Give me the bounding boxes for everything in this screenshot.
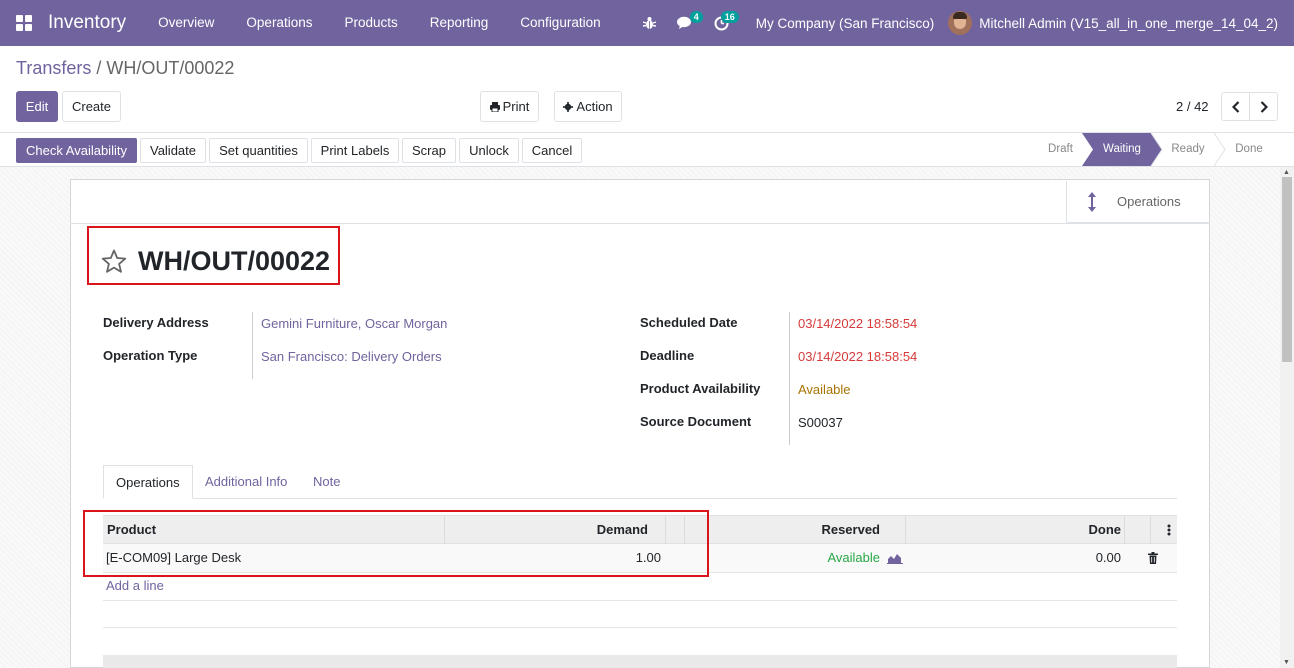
tab-note[interactable]: Note <box>301 465 352 499</box>
scroll-thumb[interactable] <box>1282 177 1292 362</box>
scheduled-date-value[interactable]: 03/14/2022 18:58:54 <box>798 316 917 331</box>
validate-button[interactable]: Validate <box>140 138 206 163</box>
app-brand[interactable]: Inventory <box>48 12 126 34</box>
stage-done[interactable]: Done <box>1226 133 1272 166</box>
edit-button[interactable]: Edit <box>16 91 58 122</box>
deadline-label: Deadline <box>640 348 695 363</box>
menu-configuration[interactable]: Configuration <box>504 0 616 46</box>
column-done[interactable]: Done <box>1003 516 1122 544</box>
product-availability-value: Available <box>798 382 851 397</box>
cancel-button[interactable]: Cancel <box>522 138 582 163</box>
column-divider <box>1124 516 1125 544</box>
row-done[interactable]: 0.00 <box>1003 544 1121 572</box>
smart-button-label: Operations <box>1117 194 1181 209</box>
breadcrumb-separator: / <box>96 58 102 78</box>
empty-row-divider <box>103 627 1177 628</box>
button-box-divider <box>70 223 1210 224</box>
forecast-chart-icon[interactable] <box>887 552 903 564</box>
record-title: WH/OUT/00022 <box>138 246 331 276</box>
stage-waiting[interactable]: Waiting <box>1093 133 1151 166</box>
scroll-down-icon[interactable]: ▼ <box>1283 659 1290 666</box>
operation-type-label: Operation Type <box>103 348 198 363</box>
create-button[interactable]: Create <box>62 91 121 122</box>
column-options-icon[interactable] <box>1167 524 1171 536</box>
arrows-vertical-icon <box>1088 191 1096 212</box>
scrap-button[interactable]: Scrap <box>402 138 456 163</box>
print-icon <box>489 101 500 112</box>
table-footer <box>103 655 1177 668</box>
left-field-separator <box>252 312 253 379</box>
column-reserved[interactable]: Reserved <box>743 516 880 544</box>
print-button[interactable]: Print <box>480 91 539 122</box>
breadcrumb-current: WH/OUT/00022 <box>106 58 235 78</box>
stage-draft[interactable]: Draft <box>1038 133 1083 166</box>
pager-next-button[interactable] <box>1249 92 1278 121</box>
chat-icon[interactable]: 4 <box>668 0 704 46</box>
debug-bug-icon[interactable] <box>632 0 668 46</box>
column-divider <box>1150 516 1151 544</box>
menu-overview[interactable]: Overview <box>142 0 230 46</box>
gear-icon <box>563 101 574 112</box>
pager-previous-button[interactable] <box>1221 92 1250 121</box>
apps-menu-icon[interactable] <box>0 0 48 46</box>
source-document-value[interactable]: S00037 <box>798 415 843 430</box>
menu-products[interactable]: Products <box>328 0 413 46</box>
add-a-line-link[interactable]: Add a line <box>106 578 164 593</box>
pager-value[interactable]: 2 / 42 <box>1176 99 1209 114</box>
row-reserved: Available <box>827 550 880 565</box>
delivery-address-label: Delivery Address <box>103 315 209 330</box>
check-availability-button[interactable]: Check Availability <box>16 138 137 163</box>
delivery-address-value[interactable]: Gemini Furniture, Oscar Morgan <box>261 316 447 331</box>
user-avatar[interactable] <box>948 11 973 35</box>
activity-count-badge: 16 <box>720 11 739 23</box>
chevron-left-icon <box>1231 100 1239 113</box>
unlock-button[interactable]: Unlock <box>459 138 519 163</box>
scheduled-date-label: Scheduled Date <box>640 315 738 330</box>
action-button[interactable]: Action <box>554 91 622 122</box>
column-divider <box>905 516 906 544</box>
right-field-separator <box>789 312 790 445</box>
stage-ready[interactable]: Ready <box>1162 133 1214 166</box>
breadcrumb: Transfers / WH/OUT/00022 <box>16 58 234 79</box>
company-switcher[interactable]: My Company (San Francisco) <box>740 16 949 31</box>
chevron-right-icon <box>1260 100 1268 113</box>
breadcrumb-transfers[interactable]: Transfers <box>16 58 91 78</box>
menu-reporting[interactable]: Reporting <box>414 0 505 46</box>
scroll-up-icon[interactable]: ▲ <box>1283 169 1290 176</box>
print-labels-button[interactable]: Print Labels <box>311 138 399 163</box>
tab-operations[interactable]: Operations <box>103 465 193 499</box>
tab-additional-info[interactable]: Additional Info <box>193 465 299 499</box>
deadline-value[interactable]: 03/14/2022 18:58:54 <box>798 349 917 364</box>
user-menu[interactable]: Mitchell Admin (V15_all_in_one_merge_14_… <box>979 16 1294 31</box>
menu-operations[interactable]: Operations <box>230 0 328 46</box>
print-label: Print <box>502 99 530 114</box>
vertical-scrollbar[interactable]: ▲ ▼ <box>1280 167 1294 668</box>
activity-clock-icon[interactable]: 16 <box>704 0 740 46</box>
product-availability-label: Product Availability <box>640 381 761 396</box>
trash-icon[interactable] <box>1148 552 1158 564</box>
empty-row-divider <box>103 600 1177 601</box>
chat-count-badge: 4 <box>689 11 703 23</box>
table-highlight-box <box>83 510 709 577</box>
set-quantities-button[interactable]: Set quantities <box>209 138 308 163</box>
favorite-star-icon[interactable] <box>101 249 127 274</box>
operation-type-value[interactable]: San Francisco: Delivery Orders <box>261 349 442 364</box>
source-document-label: Source Document <box>640 414 752 429</box>
status-bar: Check Availability Validate Set quantiti… <box>0 132 1294 167</box>
operations-smart-button[interactable]: Operations <box>1066 181 1209 223</box>
action-label: Action <box>576 99 613 114</box>
top-navbar: Inventory Overview Operations Products R… <box>0 0 1294 46</box>
